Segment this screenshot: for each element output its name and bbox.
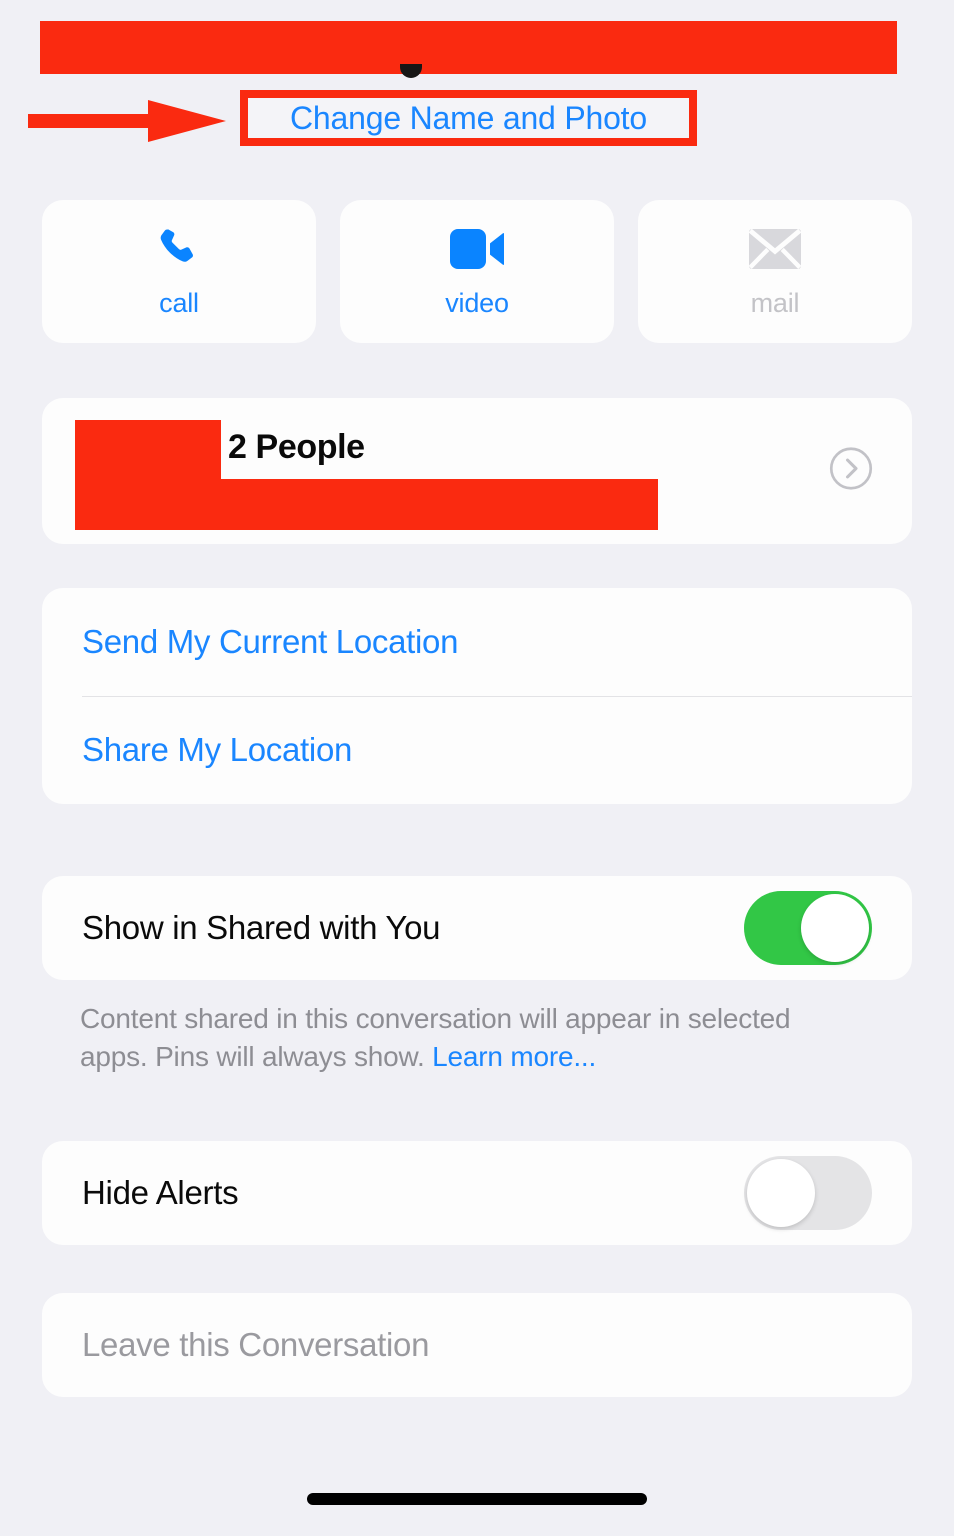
toggle-knob <box>747 1159 815 1227</box>
video-button-label: video <box>445 288 509 318</box>
annotation-highlight-box: Change Name and Photo <box>240 90 697 146</box>
change-name-and-photo-row[interactable]: Change Name and Photo <box>240 90 697 146</box>
conversation-details-screen: Change Name and Photo call video mail 2 … <box>0 0 954 1536</box>
avatar-remnant <box>400 64 422 78</box>
envelope-icon <box>749 224 801 274</box>
location-divider <box>82 696 912 697</box>
share-my-location-row[interactable]: Share My Location <box>42 696 912 804</box>
leave-conversation-label: Leave this Conversation <box>82 1326 430 1363</box>
change-name-and-photo-label[interactable]: Change Name and Photo <box>290 100 647 137</box>
phone-icon <box>155 224 203 274</box>
location-card: Send My Current Location Share My Locati… <box>42 588 912 804</box>
video-button[interactable]: video <box>340 200 614 343</box>
call-button-label: call <box>159 288 199 318</box>
show-in-shared-with-you-row[interactable]: Show in Shared with You <box>42 876 912 980</box>
mail-button[interactable]: mail <box>638 200 912 343</box>
redaction-block-participants <box>75 479 658 530</box>
learn-more-link[interactable]: Learn more... <box>432 1041 596 1072</box>
redaction-bar-title <box>40 21 897 74</box>
mail-button-label: mail <box>750 288 800 318</box>
shared-with-you-note: Content shared in this conversation will… <box>80 1000 840 1076</box>
chevron-right-icon <box>828 446 874 497</box>
annotation-arrow-icon <box>28 100 226 142</box>
people-count-label: 2 People <box>228 428 365 466</box>
hide-alerts-label: Hide Alerts <box>82 1174 239 1211</box>
video-camera-icon <box>450 224 504 274</box>
send-my-current-location-label: Send My Current Location <box>82 623 459 660</box>
show-in-shared-with-you-toggle[interactable] <box>744 891 872 965</box>
call-button[interactable]: call <box>42 200 316 343</box>
send-my-current-location-row[interactable]: Send My Current Location <box>42 588 912 696</box>
share-my-location-label: Share My Location <box>82 731 353 768</box>
hide-alerts-toggle[interactable] <box>744 1156 872 1230</box>
redaction-block-avatar <box>75 420 221 479</box>
home-indicator[interactable] <box>307 1493 647 1505</box>
hide-alerts-row[interactable]: Hide Alerts <box>42 1141 912 1245</box>
header-zone: Change Name and Photo <box>0 0 954 175</box>
leave-conversation-row[interactable]: Leave this Conversation <box>42 1293 912 1397</box>
show-in-shared-with-you-label: Show in Shared with You <box>82 909 441 946</box>
action-button-row: call video mail <box>42 200 912 343</box>
toggle-knob <box>801 894 869 962</box>
